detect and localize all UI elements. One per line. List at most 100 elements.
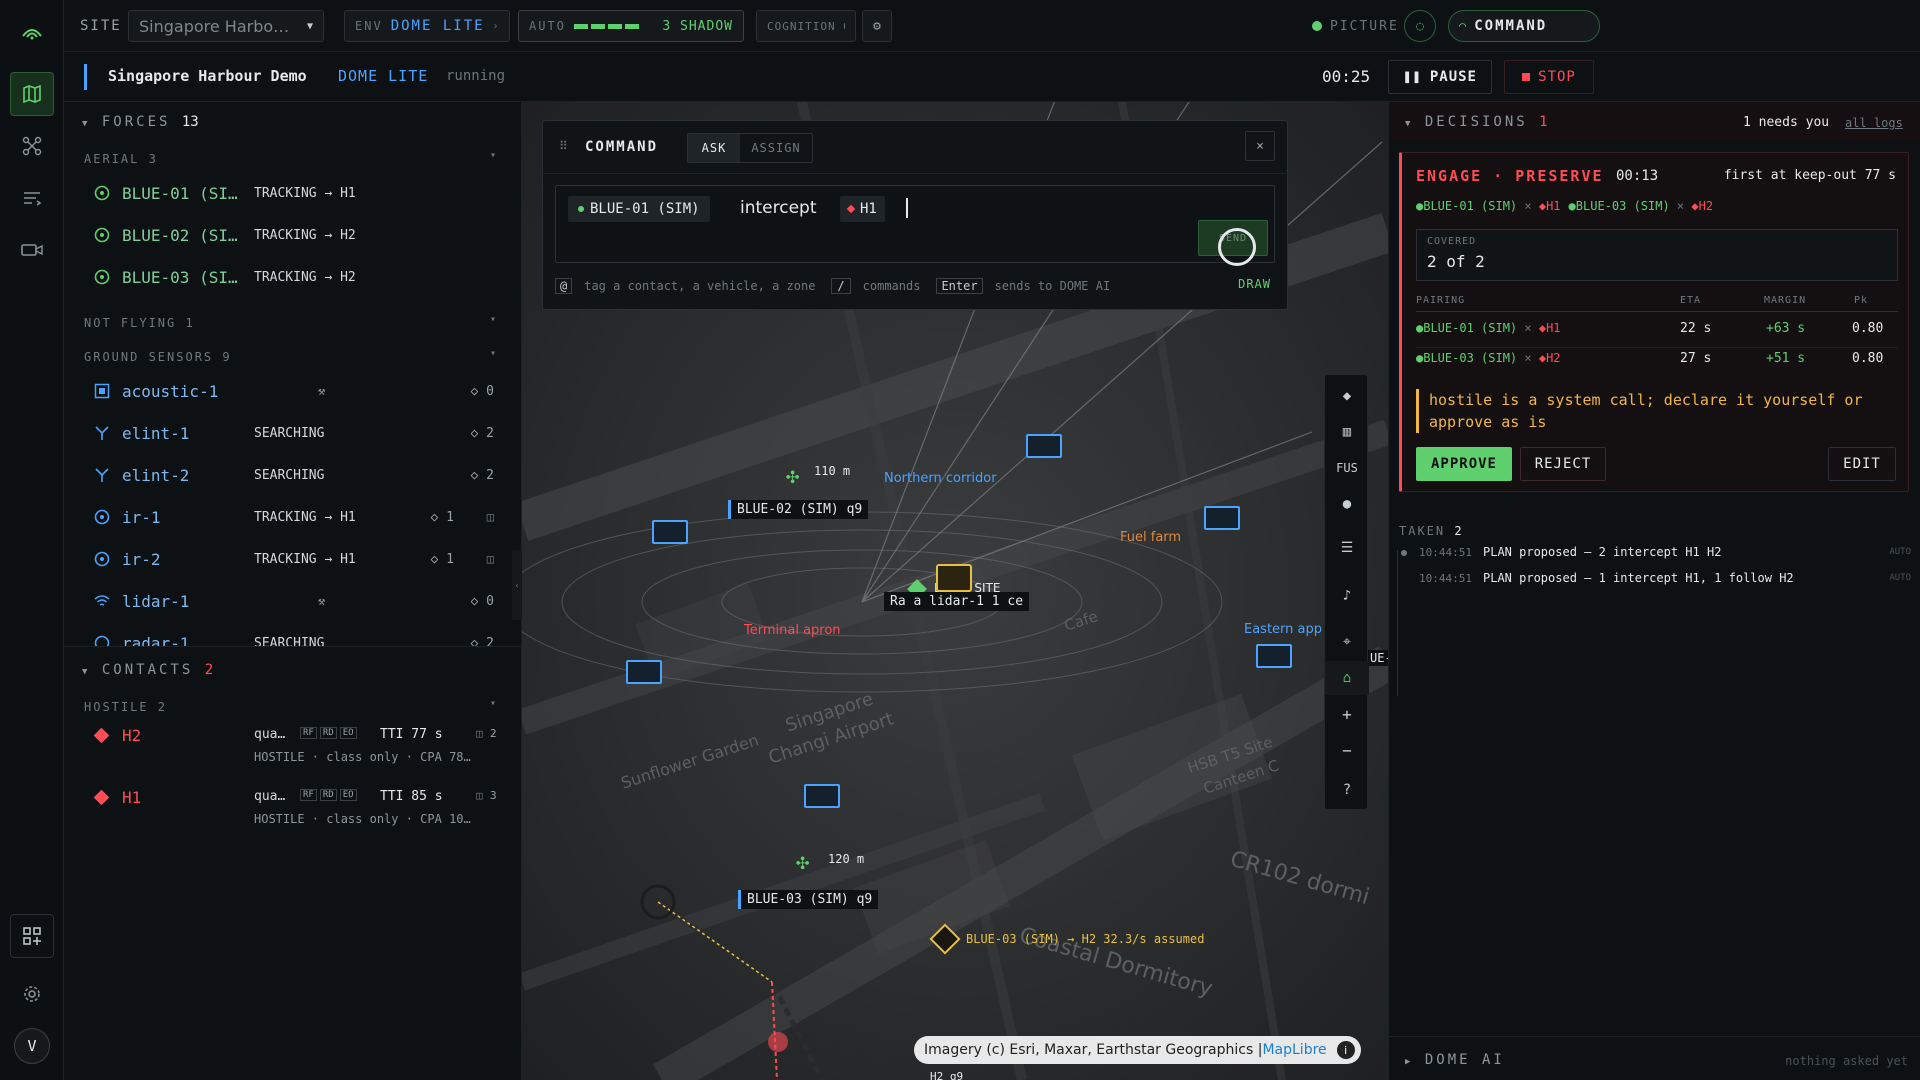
drone-blue-03-icon[interactable]: ✣ (796, 850, 809, 875)
zone-label-eastern: Eastern app (1244, 622, 1323, 637)
home-icon[interactable]: ⌂ (1325, 661, 1369, 695)
drone-blue-02-icon[interactable]: ✣ (786, 464, 799, 489)
ground-sensor-marker[interactable] (626, 660, 662, 684)
panel-collapse-handle[interactable]: ‹ (512, 550, 522, 620)
chevron-down-icon[interactable]: ▾ (490, 314, 496, 325)
waypoint-icon[interactable]: ◆ (1325, 379, 1369, 413)
target-icon (94, 509, 110, 525)
all-logs-link[interactable]: all logs (1845, 116, 1903, 130)
pairing-row[interactable]: ●BLUE-03 (SIM) × ◆H2 27 s +51 s 0.80 (1416, 351, 1898, 375)
square-sensor-icon (94, 383, 110, 399)
contacts-header[interactable]: ▼ CONTACTS 2 (82, 662, 213, 678)
sensor-row-elint-2[interactable]: elint-2 SEARCHING ◇ 2 (94, 460, 494, 490)
forces-header[interactable]: ▼ FORCES 13 (82, 114, 199, 130)
maplibre-link[interactable]: MapLibre (1262, 1042, 1326, 1058)
chip-unit[interactable]: BLUE-01 (SIM) (568, 196, 710, 222)
ground-sensor-marker[interactable] (804, 784, 840, 808)
aerial-row-blue-03[interactable]: BLUE-03 (SI… TRACKING → H2 (94, 262, 494, 292)
audio-icon[interactable]: ♪ (1325, 579, 1369, 613)
zone-label-fuel: Fuel farm (1120, 530, 1182, 545)
site-marker[interactable] (936, 564, 972, 592)
tab-assign[interactable]: ASSIGN (740, 134, 812, 162)
sensor-name: elint-2 (122, 465, 190, 485)
target-icon (94, 227, 110, 243)
camera-icon[interactable] (10, 228, 54, 272)
unit-tag-blue-03[interactable]: BLUE-03 (SIM) q9 (738, 890, 879, 909)
aerial-group-header[interactable]: AERIAL 3 (84, 152, 158, 166)
auto-level[interactable]: AUTO 3 SHADOW (518, 10, 744, 42)
chevron-down-icon[interactable]: ▾ (490, 348, 496, 359)
drone-icon[interactable] (10, 124, 54, 168)
taken-row[interactable]: 10:44:51 PLAN proposed — 2 intercept H1 … (1399, 542, 1911, 568)
decisions-header[interactable]: ▼ DECISIONS 1 (1405, 114, 1548, 130)
stop-icon (1522, 73, 1531, 81)
sensor-row-ir-2[interactable]: ir-2 TRACKING → H1 ◇ 1 ◫ (94, 544, 494, 574)
ground-sensor-marker[interactable] (652, 520, 688, 544)
pause-button[interactable]: ❚❚ PAUSE (1388, 60, 1492, 94)
info-icon[interactable]: i (1336, 1041, 1355, 1059)
contact-row-h2[interactable]: H2 qua… RF RD EO TTI 77 s ◫ 2 HOSTILE · … (93, 724, 497, 778)
sensor-row-elint-1[interactable]: elint-1 SEARCHING ◇ 2 (94, 418, 494, 448)
taken-row[interactable]: 10:44:51 PLAN proposed — 1 intercept H1,… (1399, 568, 1911, 594)
aerial-row-blue-02[interactable]: BLUE-02 (SI… TRACKING → H2 (94, 220, 494, 250)
command-button[interactable]: ◠ COMMAND (1448, 10, 1600, 42)
contact-row-h1[interactable]: H1 qua… RF RD EO TTI 85 s ◫ 3 HOSTILE · … (93, 786, 497, 840)
hostile-diamond-icon (93, 789, 110, 806)
edit-button[interactable]: EDIT (1828, 447, 1896, 481)
chat-button[interactable]: ◌ (1404, 10, 1436, 42)
stop-button[interactable]: STOP (1504, 60, 1594, 94)
list-icon[interactable] (10, 176, 54, 220)
site-select[interactable]: Singapore Harbo… ▼ (128, 10, 324, 42)
ground-sensors-header[interactable]: GROUND SENSORS 9 (84, 350, 232, 364)
close-icon[interactable]: × (1245, 131, 1275, 161)
pairing-row[interactable]: ●BLUE-01 (SIM) × ◆H1 22 s +63 s 0.80 (1416, 321, 1898, 345)
chevron-down-icon[interactable]: ▾ (490, 150, 496, 161)
fusion-button[interactable]: FUS (1325, 451, 1369, 485)
draw-button[interactable]: DRAW (1238, 277, 1271, 291)
layers-icon[interactable]: ▥ (1325, 415, 1369, 449)
signal-icon[interactable] (10, 10, 54, 54)
chip-target[interactable]: H1 (840, 196, 885, 222)
sensor-row-ir-1[interactable]: ir-1 TRACKING → H1 ◇ 1 ◫ (94, 502, 494, 532)
hostile-group-header[interactable]: HOSTILE 2 (84, 700, 167, 714)
zoom-in-button[interactable]: + (1325, 697, 1369, 731)
ground-sensor-marker[interactable] (1204, 506, 1240, 530)
aerial-row-blue-01[interactable]: BLUE-01 (SI… TRACKING → H1 (94, 178, 494, 208)
taken-header[interactable]: TAKEN 2 (1399, 524, 1462, 538)
chevron-down-icon: ▼ (82, 667, 91, 677)
sensor-row-lidar-1[interactable]: lidar-1 ⚒ ◇ 0 (94, 586, 494, 616)
picture-status[interactable]: PICTURE (1312, 10, 1399, 42)
env-select[interactable]: ENV DOME LITE › (344, 10, 510, 42)
h2-map-tag[interactable]: H2 q9 (930, 1070, 963, 1080)
decisions-panel: ▼ DECISIONS 1 1 needs you all logs ENGAG… (1388, 102, 1920, 1080)
sensor-row-radar-1[interactable]: radar-1 SEARCHING ◇ 2 (94, 628, 494, 646)
list-icon[interactable]: ☰ (1325, 531, 1369, 565)
reject-button[interactable]: REJECT (1520, 447, 1606, 481)
chevron-down-icon[interactable]: ▾ (490, 698, 496, 709)
gear-icon[interactable] (10, 972, 54, 1016)
dome-site-tag[interactable]: Ra a lidar-1 1 ce (884, 592, 1030, 611)
command-input[interactable]: BLUE-01 (SIM) intercept H1 SEND (555, 185, 1275, 266)
sensor-row-acoustic-1[interactable]: acoustic-1 ⚒ ◇ 0 (94, 376, 494, 406)
approve-button[interactable]: APPROVE (1416, 447, 1512, 481)
locate-icon[interactable]: ⌖ (1325, 625, 1369, 659)
unit-tag-blue-02[interactable]: BLUE-02 (SIM) q9 (728, 500, 869, 519)
cognition-toggle[interactable]: COGNITION (756, 10, 856, 42)
tab-ask[interactable]: ASK (688, 134, 740, 162)
map-icon[interactable] (10, 72, 54, 116)
drag-handle-icon[interactable]: ⠿ (559, 139, 568, 153)
ground-sensor-marker[interactable] (1256, 644, 1292, 668)
help-button[interactable]: ? (1325, 773, 1369, 807)
dome-ai-header[interactable]: ▶ DOME AI (1405, 1052, 1505, 1068)
grid-add-icon[interactable] (10, 914, 54, 958)
ground-sensor-marker[interactable] (1026, 434, 1062, 458)
edge-unit-tag[interactable]: UE- (1368, 650, 1388, 666)
not-flying-header[interactable]: NOT FLYING 1 (84, 316, 195, 330)
record-icon[interactable]: ● (1325, 487, 1369, 521)
pointer-cursor (1218, 228, 1256, 266)
settings-button[interactable]: ⚙ (862, 10, 892, 42)
sensor-name: radar-1 (122, 633, 190, 647)
sensor-count: ◇ 0 (470, 593, 494, 609)
user-avatar[interactable]: V (14, 1028, 50, 1064)
zoom-out-button[interactable]: − (1325, 733, 1369, 767)
